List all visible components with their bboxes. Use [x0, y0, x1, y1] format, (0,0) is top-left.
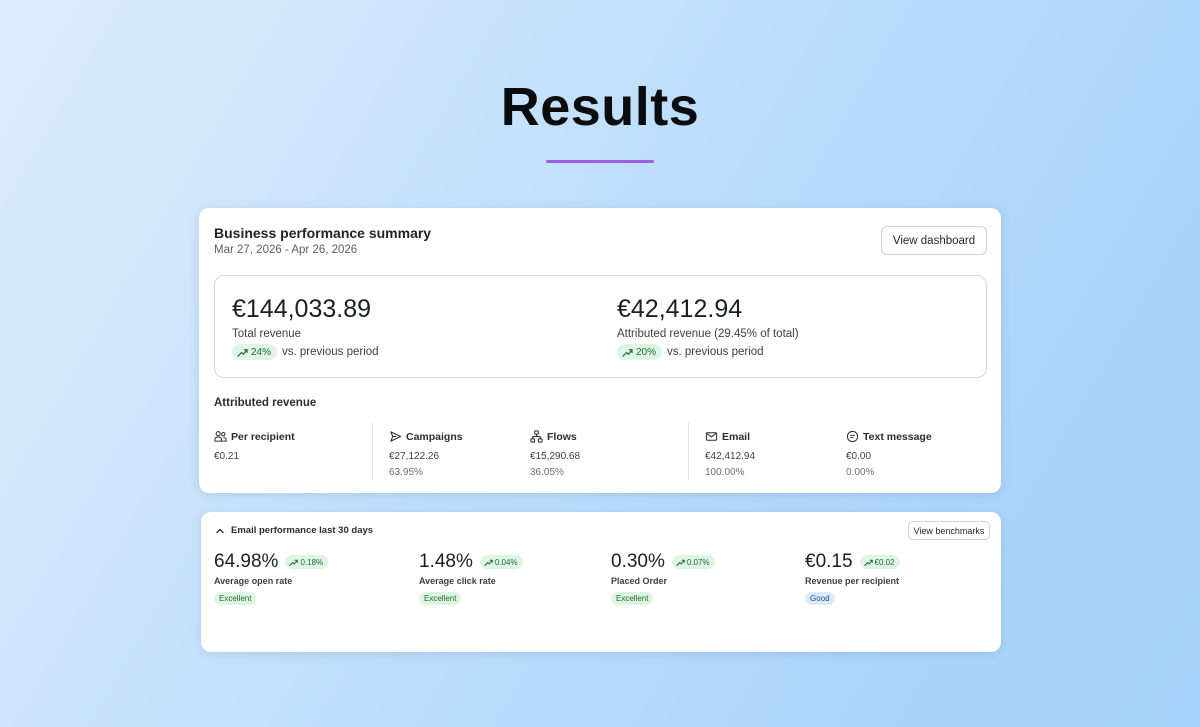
- metric-percent: 100.00%: [705, 467, 745, 478]
- kpi-value: €0.15: [805, 551, 853, 572]
- metric-value: €0.21: [214, 451, 240, 462]
- summary-title: Business performance summary: [214, 225, 432, 241]
- metric-label: Per recipient: [231, 430, 295, 443]
- divider: [372, 422, 373, 480]
- metric-value: €42,412.94: [705, 451, 756, 462]
- kpi-label: Placed Order: [611, 576, 668, 586]
- business-summary-card: Business performance summary Mar 27, 202…: [199, 208, 1001, 493]
- divider: [688, 422, 689, 480]
- chevron-up-icon: [216, 528, 224, 533]
- trend-up-icon: [676, 559, 685, 566]
- kpi-change: €0.02: [874, 557, 895, 567]
- trend-badge: 20%: [617, 344, 663, 360]
- kpi-change-badge: 0.07%: [671, 555, 715, 569]
- kpi-revenue-per-recipient: €0.15 €0.02 Revenue per recipient Good: [805, 551, 900, 606]
- trend-up-icon: [484, 559, 493, 566]
- metric-percent: 63.95%: [389, 467, 423, 478]
- total-revenue-trend: 24% vs. previous period: [232, 344, 379, 360]
- kpi-value: 0.30%: [611, 551, 665, 572]
- kpi-change-badge: 0.18%: [285, 555, 329, 569]
- kpi-label: Average open rate: [214, 576, 293, 586]
- metric-campaigns: Campaigns €27,122.26 63.95%: [389, 430, 463, 479]
- total-revenue-label: Total revenue: [232, 328, 302, 340]
- trend-up-icon: [289, 559, 299, 566]
- attributed-revenue-amount: €42,412.94: [617, 295, 743, 323]
- attributed-revenue-label: Attributed revenue (29.45% of total): [617, 328, 799, 340]
- kpi-change: 0.04%: [494, 557, 518, 567]
- metric-value: €27,122.26: [389, 451, 440, 462]
- metric-label: Campaigns: [406, 430, 463, 443]
- kpi-open-rate: 64.98% 0.18% Average open rate Excellent: [214, 551, 329, 606]
- mail-icon: [705, 432, 718, 441]
- kpi-change: 0.07%: [686, 557, 710, 567]
- page-title: Results: [500, 77, 700, 137]
- benchmark-badge: Good: [805, 592, 835, 605]
- metric-label: Flows: [547, 430, 577, 443]
- comparison-text: vs. previous period: [667, 346, 764, 358]
- metric-value: €0.00: [846, 451, 872, 462]
- benchmark-badge: Excellent: [214, 592, 257, 605]
- kpi-change: 0.18%: [300, 557, 324, 567]
- kpi-change-badge: 0.04%: [479, 555, 523, 569]
- kpi-change-badge: €0.02: [859, 555, 900, 569]
- kpi-value: 64.98%: [214, 551, 279, 572]
- benchmark-badge: Excellent: [419, 592, 462, 605]
- message-icon: [846, 430, 859, 443]
- metric-label: Text message: [863, 430, 932, 443]
- trend-up-icon: [622, 348, 633, 357]
- title-underline: [546, 160, 654, 163]
- metric-value: €15,290.68: [530, 451, 581, 462]
- metric-label: Email: [722, 430, 751, 443]
- revenue-overview: €144,033.89 Total revenue 24% vs. previo…: [214, 275, 987, 378]
- attributed-revenue-heading: Attributed revenue: [214, 397, 317, 409]
- metric-per-recipient: Per recipient €0.21: [214, 430, 295, 463]
- kpi-value: 1.48%: [419, 551, 473, 572]
- summary-date-range: Mar 27, 2026 - Apr 26, 2026: [214, 244, 358, 256]
- trend-up-icon: [237, 348, 248, 357]
- kpi-click-rate: 1.48% 0.04% Average click rate Excellent: [419, 551, 523, 606]
- people-icon: [214, 431, 227, 442]
- email-performance-title: Email performance last 30 days: [231, 525, 374, 536]
- flow-icon: [530, 430, 543, 443]
- metric-percent: 0.00%: [846, 467, 875, 478]
- kpi-placed-order: 0.30% 0.07% Placed Order Excellent: [611, 551, 715, 606]
- email-performance-toggle[interactable]: Email performance last 30 days: [215, 525, 373, 536]
- trend-up-icon: [863, 559, 873, 566]
- trend-badge: 24%: [232, 344, 278, 360]
- metric-flows: Flows €15,290.68 36.05%: [530, 430, 580, 478]
- view-dashboard-button[interactable]: View dashboard: [881, 226, 987, 255]
- send-icon: [390, 431, 402, 442]
- attributed-revenue-trend: 20% vs. previous period: [617, 344, 764, 360]
- metric-percent: 36.05%: [530, 467, 564, 478]
- trend-value: 20%: [636, 346, 657, 358]
- kpi-label: Revenue per recipient: [805, 576, 900, 586]
- metric-email: Email €42,412.94 100.00%: [705, 430, 756, 479]
- kpi-label: Average click rate: [419, 576, 496, 586]
- total-revenue-amount: €144,033.89: [232, 295, 372, 323]
- trend-value: 24%: [251, 346, 272, 358]
- email-performance-card: Email performance last 30 days View benc…: [201, 512, 1001, 652]
- benchmark-badge: Excellent: [611, 592, 654, 605]
- comparison-text: vs. previous period: [282, 346, 379, 358]
- view-benchmarks-button[interactable]: View benchmarks: [908, 521, 990, 540]
- metric-text-message: Text message €0.00 0.00%: [846, 430, 932, 479]
